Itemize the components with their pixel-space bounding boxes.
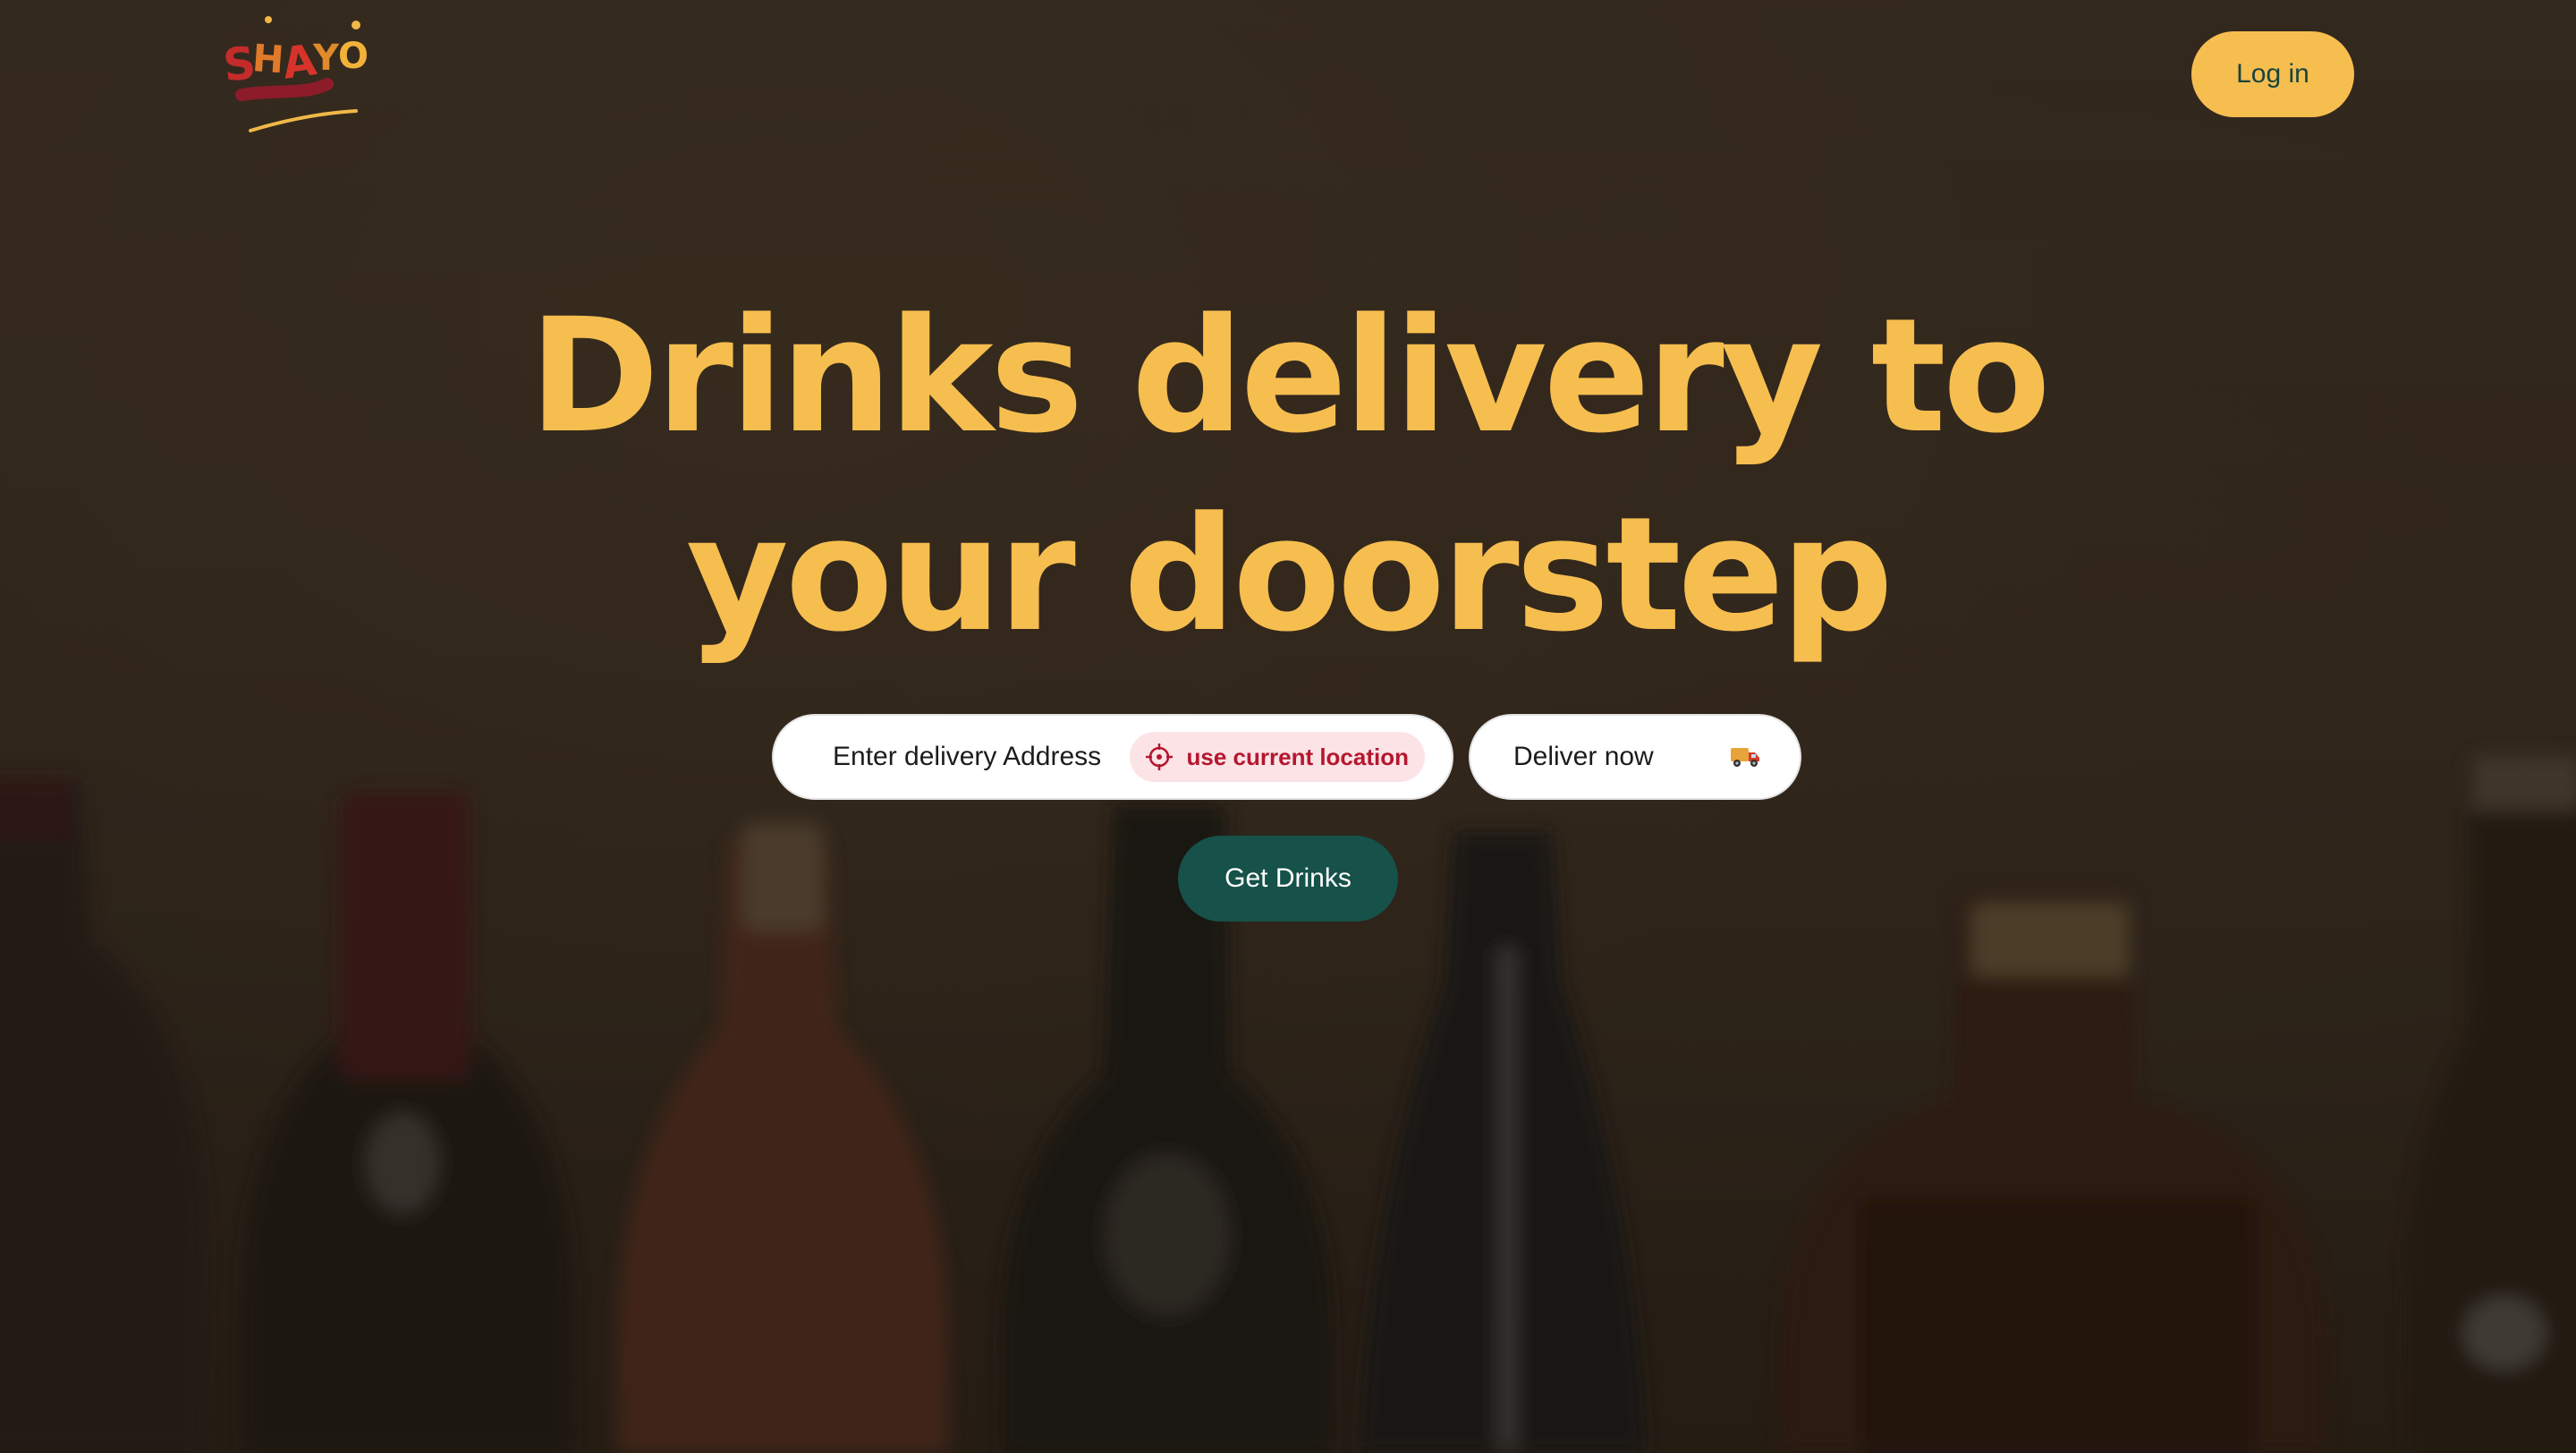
address-input[interactable] <box>831 741 1121 773</box>
address-field[interactable]: use current location <box>772 714 1453 800</box>
shayo-logo[interactable]: S H A Y O <box>220 13 372 138</box>
use-current-location-button[interactable]: use current location <box>1129 732 1425 782</box>
hero-title-line2: your doorstep <box>686 483 1894 667</box>
login-button[interactable]: Log in <box>2191 31 2354 117</box>
delivery-time-label: Deliver now <box>1513 742 1654 771</box>
hero-title-line1: Drinks delivery to <box>529 285 2051 468</box>
svg-text:Y: Y <box>312 38 340 79</box>
use-current-location-label: use current location <box>1186 743 1410 770</box>
truck-icon <box>1730 745 1760 769</box>
delivery-search-bar: use current location Deliver now <box>772 714 1801 802</box>
svg-text:O: O <box>338 36 369 77</box>
hero-title: Drinks delivery to your doorstep <box>0 277 2576 675</box>
delivery-time-select[interactable]: Deliver now <box>1469 714 1801 800</box>
crosshair-icon <box>1144 742 1174 772</box>
get-drinks-button[interactable]: Get Drinks <box>1178 836 1398 922</box>
